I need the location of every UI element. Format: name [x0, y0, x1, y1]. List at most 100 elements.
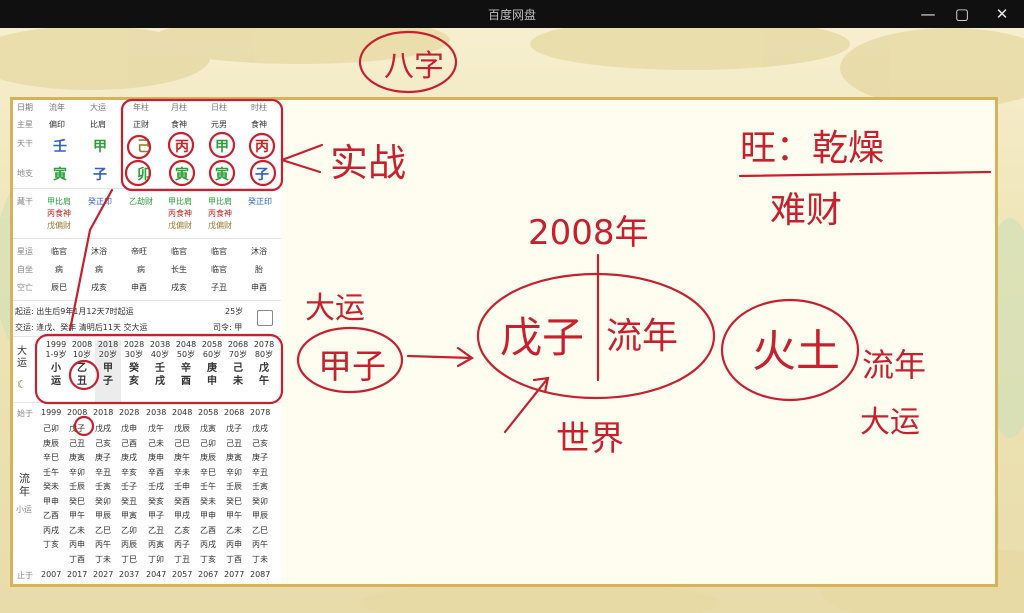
liunian-cell[interactable]: 壬辰	[226, 481, 242, 492]
liunian-cell[interactable]: 壬辰	[69, 481, 85, 492]
liunian-cell[interactable]: 丁酉	[69, 554, 85, 565]
liunian-cell[interactable]: 庚戌	[121, 452, 137, 463]
liunian-cell[interactable]: 庚子	[252, 452, 268, 463]
liunian-cell[interactable]: 壬戌	[148, 481, 164, 492]
liunian-cell[interactable]: 丙戌	[200, 539, 216, 550]
liunian-cell[interactable]: 辛丑	[95, 467, 111, 478]
liunian-cell[interactable]: 癸亥	[148, 496, 164, 507]
liunian-cell[interactable]: 壬寅	[95, 481, 111, 492]
liunian-cell[interactable]: 丙申	[69, 539, 85, 550]
liunian-cell[interactable]: 乙酉	[43, 510, 59, 521]
liunian-cell[interactable]: 壬寅	[252, 481, 268, 492]
dayun-column[interactable]: 1999 1-9岁 小运	[43, 340, 69, 402]
liunian-cell[interactable]: 己亥	[95, 438, 111, 449]
liunian-cell[interactable]: 甲子	[148, 510, 164, 521]
liunian-cell[interactable]: 癸未	[43, 481, 59, 492]
liunian-cell[interactable]: 辛未	[174, 467, 190, 478]
liunian-cell[interactable]: 壬申	[174, 481, 190, 492]
liunian-cell[interactable]: 戊申	[121, 423, 137, 434]
liunian-cell[interactable]: 己卯	[43, 423, 59, 434]
liunian-cell[interactable]: 甲申	[200, 510, 216, 521]
dayun-column[interactable]: 2058 60岁 庚申	[199, 340, 225, 402]
liunian-cell[interactable]: 己酉	[121, 438, 137, 449]
liunian-cell[interactable]: 丁亥	[43, 539, 59, 550]
liunian-cell[interactable]: 癸巳	[69, 496, 85, 507]
liunian-cell[interactable]: 丙申	[226, 539, 242, 550]
liunian-cell[interactable]: 癸卯	[252, 496, 268, 507]
liunian-cell[interactable]: 丁未	[95, 554, 111, 565]
liunian-cell[interactable]: 庚寅	[226, 452, 242, 463]
liunian-cell[interactable]: 己卯	[200, 438, 216, 449]
liunian-cell[interactable]: 庚寅	[69, 452, 85, 463]
liunian-cell[interactable]: 壬午	[200, 481, 216, 492]
liunian-cell[interactable]: 己未	[148, 438, 164, 449]
liunian-cell[interactable]: 丙寅	[148, 539, 164, 550]
liunian-cell[interactable]: 己丑	[69, 438, 85, 449]
liunian-cell[interactable]: 乙巳	[252, 525, 268, 536]
liunian-cell[interactable]: 辛丑	[252, 467, 268, 478]
liunian-cell[interactable]: 戊午	[148, 423, 164, 434]
liunian-cell[interactable]: 乙亥	[174, 525, 190, 536]
liunian-cell[interactable]: 庚辰	[200, 452, 216, 463]
liunian-cell[interactable]: 丁未	[252, 554, 268, 565]
minimize-button[interactable]: —	[918, 4, 938, 24]
liunian-cell[interactable]: 乙卯	[121, 525, 137, 536]
liunian-cell[interactable]: 乙酉	[200, 525, 216, 536]
dayun-column[interactable]: 2068 70岁 己未	[225, 340, 251, 402]
liunian-cell[interactable]: 己丑	[226, 438, 242, 449]
liunian-cell[interactable]: 乙巳	[95, 525, 111, 536]
liunian-cell[interactable]: 己巳	[174, 438, 190, 449]
liunian-cell[interactable]: 甲寅	[121, 510, 137, 521]
liunian-cell[interactable]: 庚午	[174, 452, 190, 463]
liunian-cell[interactable]: 壬子	[121, 481, 137, 492]
liunian-cell[interactable]: 丙午	[95, 539, 111, 550]
liunian-cell[interactable]: 庚子	[95, 452, 111, 463]
liunian-cell[interactable]: 甲午	[226, 510, 242, 521]
liunian-cell[interactable]: 庚申	[148, 452, 164, 463]
liunian-cell[interactable]: 丙辰	[121, 539, 137, 550]
liunian-cell[interactable]: 乙未	[226, 525, 242, 536]
liunian-cell[interactable]: 戊子	[69, 423, 85, 434]
liunian-cell[interactable]: 辛卯	[226, 467, 242, 478]
close-button[interactable]: ✕	[992, 4, 1012, 24]
liunian-cell[interactable]: 癸巳	[226, 496, 242, 507]
liunian-cell[interactable]: 己亥	[252, 438, 268, 449]
dayun-column[interactable]: 2048 50岁 辛酉	[173, 340, 199, 402]
liunian-cell[interactable]: 戊戌	[95, 423, 111, 434]
liunian-cell[interactable]: 癸丑	[121, 496, 137, 507]
dayun-column[interactable]: 2028 30岁 癸亥	[121, 340, 147, 402]
dayun-column[interactable]: 2038 40岁 壬戌	[147, 340, 173, 402]
liunian-cell[interactable]: 戊子	[226, 423, 242, 434]
liunian-cell[interactable]: 戊戌	[252, 423, 268, 434]
liunian-cell[interactable]: 甲辰	[252, 510, 268, 521]
liunian-cell[interactable]: 乙丑	[148, 525, 164, 536]
liunian-cell[interactable]: 甲午	[69, 510, 85, 521]
liunian-cell[interactable]: 甲辰	[95, 510, 111, 521]
liunian-cell[interactable]: 丁卯	[148, 554, 164, 565]
liunian-cell[interactable]: 癸酉	[174, 496, 190, 507]
liunian-cell[interactable]: 甲申	[43, 496, 59, 507]
liunian-cell[interactable]: 丁巳	[121, 554, 137, 565]
liunian-cell[interactable]: 丙子	[174, 539, 190, 550]
dayun-column[interactable]: 2078 80岁 戊午	[251, 340, 277, 402]
liunian-cell[interactable]: 辛酉	[148, 467, 164, 478]
liunian-cell[interactable]: 辛巳	[43, 452, 59, 463]
liunian-cell[interactable]: 丁亥	[200, 554, 216, 565]
dayun-column[interactable]: 2018 20岁 甲子	[95, 340, 121, 402]
liunian-cell[interactable]: 戊寅	[200, 423, 216, 434]
maximize-button[interactable]: ▢	[952, 4, 972, 24]
liunian-cell[interactable]: 丁酉	[226, 554, 242, 565]
liunian-cell[interactable]: 丙戌	[43, 525, 59, 536]
liunian-cell[interactable]: 辛亥	[121, 467, 137, 478]
liunian-cell[interactable]: 戊辰	[174, 423, 190, 434]
liunian-cell[interactable]: 壬午	[43, 467, 59, 478]
liunian-cell[interactable]: 辛卯	[69, 467, 85, 478]
liunian-cell[interactable]: 庚辰	[43, 438, 59, 449]
dayun-column[interactable]: 2008 10岁 乙丑	[69, 340, 95, 402]
calendar-icon[interactable]	[257, 310, 273, 326]
liunian-cell[interactable]: 丁丑	[174, 554, 190, 565]
liunian-cell[interactable]: 丙午	[252, 539, 268, 550]
liunian-cell[interactable]: 乙未	[69, 525, 85, 536]
liunian-cell[interactable]: 甲戌	[174, 510, 190, 521]
liunian-cell[interactable]: 癸卯	[95, 496, 111, 507]
